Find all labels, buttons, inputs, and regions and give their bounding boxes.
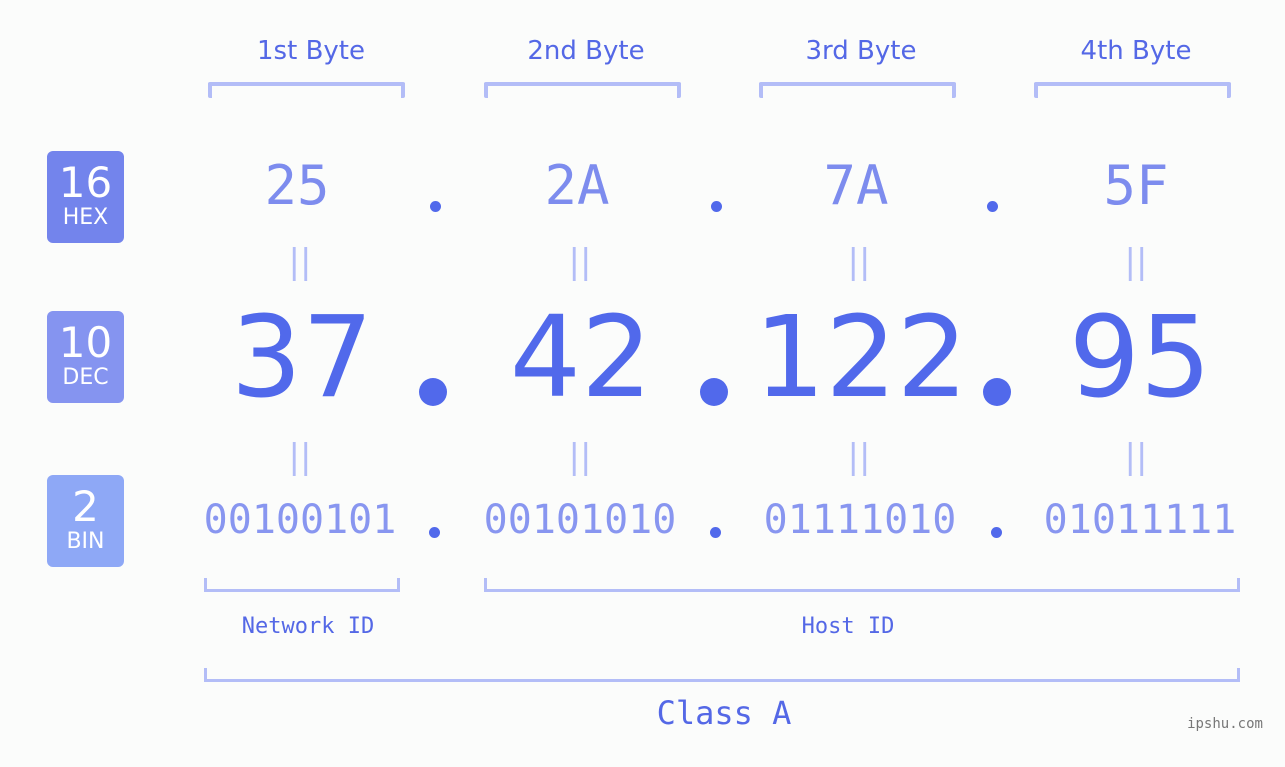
hex-byte-3: 7A (823, 154, 889, 217)
bin-badge-number: 2 (72, 482, 99, 531)
host-id-label: Host ID (801, 614, 895, 639)
byte-bracket-4 (1034, 82, 1231, 98)
network-id-bracket (204, 578, 400, 592)
watermark: ipshu.com (1187, 716, 1263, 732)
equals-icon: || (847, 242, 871, 282)
dec-separator-2 (700, 378, 728, 406)
dec-badge-number: 10 (58, 318, 113, 367)
network-id-label: Network ID (241, 614, 375, 639)
hex-badge-label: HEX (62, 205, 109, 230)
equals-icon: || (568, 437, 592, 477)
byte-bracket-2 (484, 82, 681, 98)
class-bracket (204, 668, 1240, 682)
equals-icon: || (568, 242, 592, 282)
byte-header-2: 2nd Byte (527, 36, 645, 66)
byte-bracket-3 (759, 82, 956, 98)
dec-separator-3 (983, 378, 1011, 406)
byte-bracket-1 (208, 82, 405, 98)
host-id-bracket (484, 578, 1240, 592)
hex-separator-1 (430, 201, 441, 212)
byte-header-4: 4th Byte (1080, 36, 1192, 66)
equals-icon: || (847, 437, 871, 477)
dec-separator-1 (419, 378, 447, 406)
class-label: Class A (656, 694, 792, 732)
hex-byte-2: 2A (544, 154, 610, 217)
dec-byte-1: 37 (230, 293, 374, 423)
dec-byte-2: 42 (509, 293, 653, 423)
hex-badge-number: 16 (58, 158, 113, 207)
bin-byte-4: 01011111 (1043, 497, 1237, 543)
byte-header-1: 1st Byte (257, 36, 365, 66)
bin-badge-label: BIN (66, 529, 105, 554)
bin-byte-1: 00100101 (203, 497, 397, 543)
byte-header-3: 3rd Byte (805, 36, 917, 66)
bin-separator-1 (429, 527, 440, 538)
dec-badge: 10 DEC (47, 311, 124, 403)
bin-byte-2: 00101010 (483, 497, 677, 543)
bin-separator-3 (991, 527, 1002, 538)
hex-badge: 16 HEX (47, 151, 124, 243)
equals-icon: || (1124, 437, 1148, 477)
hex-byte-4: 5F (1103, 154, 1169, 217)
hex-separator-2 (711, 201, 722, 212)
dec-badge-label: DEC (62, 365, 109, 390)
equals-icon: || (288, 437, 312, 477)
equals-icon: || (288, 242, 312, 282)
bin-separator-2 (710, 527, 721, 538)
bin-byte-3: 01111010 (763, 497, 957, 543)
dec-byte-4: 95 (1068, 293, 1212, 423)
equals-icon: || (1124, 242, 1148, 282)
dec-byte-3: 122 (754, 293, 968, 423)
hex-byte-1: 25 (264, 154, 330, 217)
hex-separator-3 (987, 201, 998, 212)
bin-badge: 2 BIN (47, 475, 124, 567)
